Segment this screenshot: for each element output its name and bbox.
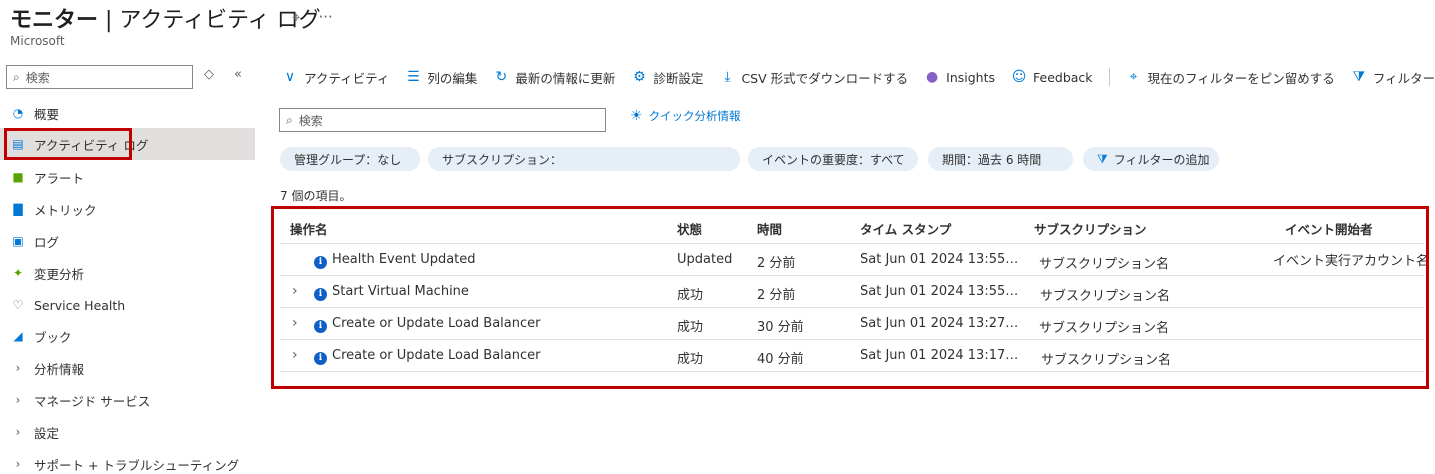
quick-insights-link[interactable]: ☀ クイック分析情報: [630, 108, 741, 124]
metrics-icon: ▇: [13, 202, 23, 216]
workbook-icon: ◢: [13, 329, 23, 343]
feedback-button[interactable]: ☺ Feedback: [1011, 69, 1093, 85]
lightbulb-icon: ●: [926, 69, 939, 85]
overview-icon: ◔: [12, 106, 24, 120]
add-filter-icon: ⧩: [1097, 151, 1108, 166]
toolbar-divider: [1108, 68, 1110, 86]
sidebar-item-service-health[interactable]: ♡ Service Health: [0, 289, 255, 321]
add-filter-button[interactable]: ⧩ フィルターの追加: [1083, 147, 1219, 171]
heart-icon: ♡: [12, 298, 24, 312]
ellipsis-icon[interactable]: ···: [318, 8, 332, 26]
diagnostic-settings-button[interactable]: ⚙ 診断設定: [631, 68, 703, 87]
sidebar-group-insights[interactable]: › 分析情報: [0, 352, 255, 384]
insights-button[interactable]: ● Insights: [924, 69, 995, 85]
sidebar-item-alerts[interactable]: ■ アラート: [0, 161, 255, 193]
download-icon: ⤓: [724, 69, 731, 85]
lightbulb-icon: ☀: [630, 108, 643, 124]
highlight-box-table: [271, 206, 1429, 389]
columns-icon: ☰: [407, 69, 420, 85]
filter-pill-subscription[interactable]: サブスクリプション：: [428, 147, 740, 171]
refresh-icon: ↻: [495, 69, 508, 85]
chevron-right-icon: ›: [15, 425, 21, 439]
chevron-down-icon: ∨: [284, 69, 296, 85]
search-icon: ⌕: [13, 69, 20, 84]
sidebar-group-managed-services[interactable]: › マネージド サービス: [0, 384, 255, 416]
logs-icon: ▣: [12, 234, 24, 248]
chevron-right-icon: ›: [15, 361, 21, 375]
sidebar-item-change-analysis[interactable]: ✦ 変更分析: [0, 257, 255, 289]
pin-icon[interactable]: ⌖: [292, 8, 300, 26]
sidebar-item-workbooks[interactable]: ◢ ブック: [0, 320, 255, 352]
highlight-box-sidebar: [4, 128, 132, 160]
gear-icon: ⚙: [633, 69, 646, 85]
chevron-right-icon: ›: [15, 457, 21, 471]
feedback-icon: ☺: [1011, 69, 1027, 85]
pin-filter-button[interactable]: ⌖ 現在のフィルターをピン留めする: [1126, 68, 1335, 87]
filter-pill-severity[interactable]: イベントの重要度：すべて: [748, 147, 918, 171]
sidebar-item-metrics[interactable]: ▇ メトリック: [0, 193, 255, 225]
edit-columns-button[interactable]: ☰ 列の編集: [405, 68, 477, 87]
item-count: 7 個の項目。: [280, 189, 352, 203]
change-analysis-icon: ✦: [12, 266, 24, 280]
sidebar-group-settings[interactable]: › 設定: [0, 416, 255, 448]
page-subtitle: Microsoft: [10, 34, 65, 48]
double-chevron-left-icon[interactable]: «: [234, 67, 242, 82]
download-csv-button[interactable]: ⤓ CSV 形式でダウンロードする: [719, 68, 908, 87]
chevron-right-icon: ›: [15, 393, 21, 407]
sidebar-item-overview[interactable]: ◔ 概要: [0, 97, 255, 129]
command-bar: ∨ アクティビティ ☰ 列の編集 ↻ 最新の情報に更新 ⚙ 診断設定 ⤓ CSV 形式でダ…: [282, 64, 1435, 90]
reset-filter-button[interactable]: ⧩フィルターのリセット: [1351, 68, 1435, 87]
sidebar-search-input[interactable]: ⌕ 検索: [6, 65, 193, 89]
filter-reset-icon: ⧩: [1352, 69, 1366, 85]
collapse-toggle-icon[interactable]: ◇: [204, 67, 214, 82]
alert-icon: ■: [12, 170, 24, 184]
sidebar-item-logs[interactable]: ▣ ログ: [0, 225, 255, 257]
refresh-button[interactable]: ↻ 最新の情報に更新: [493, 68, 616, 87]
search-icon: ⌕: [286, 112, 293, 127]
filter-pill-management-group[interactable]: 管理グループ：なし: [280, 147, 420, 171]
pin-icon: ⌖: [1129, 69, 1138, 85]
activity-button[interactable]: ∨ アクティビティ: [282, 68, 390, 87]
page-title: モニター | アクティビティ ログ: [10, 8, 321, 33]
sidebar-group-support[interactable]: › サポート + トラブルシューティング: [0, 448, 255, 474]
filter-pill-timespan[interactable]: 期間：過去 6 時間: [928, 147, 1073, 171]
main-search-input[interactable]: ⌕ 検索: [279, 108, 606, 132]
